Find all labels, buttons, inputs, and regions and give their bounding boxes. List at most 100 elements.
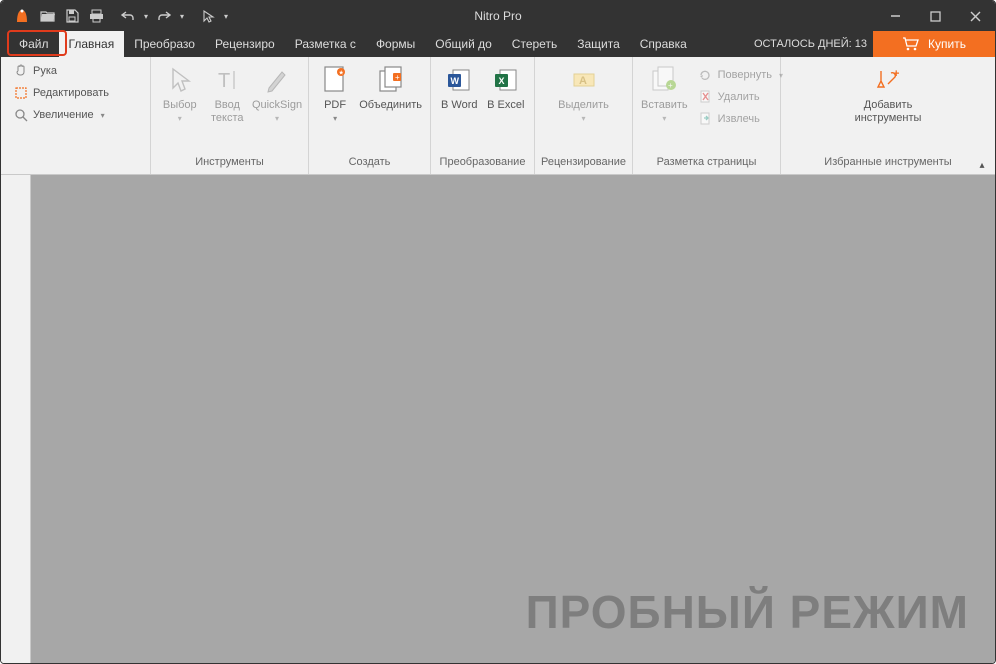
svg-text:T: T [218, 70, 230, 92]
group-label [1, 156, 150, 174]
highlight-button[interactable]: A Выделить ▾ [549, 60, 619, 123]
rotate-button[interactable]: Повернуть▾ [692, 64, 789, 86]
group-create: ★ PDF ▾ + Объединить Создать [309, 57, 431, 174]
ribbon: Рука Редактировать Увеличение ▾ [1, 57, 995, 175]
group-label: Преобразование [431, 156, 534, 174]
edit-button[interactable]: Редактировать [7, 82, 115, 104]
document-canvas: ПРОБНЫЙ РЕЖИМ [31, 175, 995, 663]
magnifier-icon [13, 108, 28, 123]
insert-page-icon: + [648, 64, 680, 96]
redo-dropdown-icon[interactable]: ▾ [177, 4, 187, 28]
minimize-button[interactable] [875, 1, 915, 31]
pdf-button[interactable]: ★ PDF ▾ [315, 60, 355, 123]
chevron-down-icon: ▾ [333, 114, 337, 123]
svg-text:X: X [498, 76, 504, 86]
buy-label: Купить [928, 37, 966, 51]
tools-plus-icon: + [872, 64, 904, 96]
quicksign-button[interactable]: QuickSign ▾ [252, 60, 302, 123]
text-cursor-icon: T [211, 64, 243, 96]
svg-text:W: W [451, 76, 460, 86]
to-word-button[interactable]: W В Word [437, 60, 482, 112]
crop-icon [13, 86, 28, 101]
tab-home[interactable]: Главная [59, 31, 125, 57]
save-icon[interactable] [61, 4, 83, 28]
word-icon: W [443, 64, 475, 96]
chevron-down-icon: ▾ [275, 114, 279, 123]
hand-tool-button[interactable]: Рука [7, 60, 115, 82]
chevron-down-icon: ▾ [178, 114, 182, 123]
cursor-dropdown-icon[interactable]: ▾ [221, 4, 231, 28]
combine-button[interactable]: + Объединить [357, 60, 424, 112]
trial-watermark: ПРОБНЫЙ РЕЖИМ [526, 585, 969, 639]
chevron-down-icon: ▾ [581, 114, 585, 123]
print-icon[interactable] [85, 4, 107, 28]
undo-dropdown-icon[interactable]: ▾ [141, 4, 151, 28]
tab-convert[interactable]: Преобразо [124, 31, 205, 57]
group-label: Рецензирование [535, 156, 632, 174]
chevron-down-icon: ▾ [662, 114, 666, 123]
group-view-tools: Рука Редактировать Увеличение ▾ [1, 57, 151, 174]
undo-icon[interactable] [117, 4, 139, 28]
select-button[interactable]: Выбор ▾ [157, 60, 203, 123]
rotate-icon [698, 68, 713, 83]
highlight-icon: A [568, 64, 600, 96]
tab-review[interactable]: Рецензиро [205, 31, 285, 57]
close-button[interactable] [955, 1, 995, 31]
tab-protect[interactable]: Защита [567, 31, 630, 57]
maximize-button[interactable] [915, 1, 955, 31]
group-convert: W В Word X В Excel Преобразование [431, 57, 535, 174]
window-controls [875, 1, 995, 31]
svg-text:★: ★ [339, 70, 344, 77]
collapse-ribbon-button[interactable]: ▴ [975, 158, 989, 172]
hand-icon [13, 64, 28, 79]
cart-icon [902, 37, 920, 51]
group-page-layout: + Вставить ▾ Повернуть▾ Удалить [633, 57, 781, 174]
group-label: Разметка страницы [633, 156, 780, 174]
svg-text:+: + [395, 73, 400, 82]
delete-page-button[interactable]: Удалить [692, 86, 789, 108]
delete-page-icon [698, 90, 713, 105]
tab-layout[interactable]: Разметка с [285, 31, 366, 57]
ribbon-tabs: Файл Главная Преобразо Рецензиро Разметк… [1, 31, 995, 57]
chevron-down-icon: ▾ [101, 111, 105, 120]
svg-text:+: + [668, 81, 673, 90]
group-label: Создать [309, 156, 430, 174]
trial-days-label: ОСТАЛОСЬ ДНЕЙ: 13 [754, 31, 867, 57]
pdf-doc-icon: ★ [319, 64, 351, 96]
group-label: Избранные инструменты [781, 156, 995, 174]
side-panel [1, 175, 31, 663]
tab-erase[interactable]: Стереть [502, 31, 567, 57]
zoom-button[interactable]: Увеличение ▾ [7, 104, 115, 126]
group-label: Инструменты [151, 156, 308, 174]
workspace: ПРОБНЫЙ РЕЖИМ [1, 175, 995, 663]
type-text-button[interactable]: T Ввод текста [205, 60, 251, 124]
group-favorites: + Добавить инструменты Избранные инструм… [781, 57, 995, 174]
extract-page-icon [698, 112, 713, 127]
extract-page-button[interactable]: Извлечь [692, 108, 789, 130]
app-window: ▾ ▾ ▾ Nitro Pro Файл Главная Преобразо Р… [0, 0, 996, 664]
group-review: A Выделить ▾ Рецензирование [535, 57, 633, 174]
to-excel-button[interactable]: X В Excel [484, 60, 529, 112]
titlebar: ▾ ▾ ▾ Nitro Pro [1, 1, 995, 31]
app-icon [13, 7, 31, 25]
insert-page-button[interactable]: + Вставить ▾ [639, 60, 690, 123]
window-title: Nitro Pro [474, 9, 521, 23]
cursor-icon [164, 64, 196, 96]
add-tools-button[interactable]: + Добавить инструменты [843, 60, 933, 124]
tab-help[interactable]: Справка [630, 31, 697, 57]
svg-text:A: A [579, 75, 587, 87]
quick-access-toolbar: ▾ ▾ ▾ [37, 4, 231, 28]
group-tools: Выбор ▾ T Ввод текста QuickSign ▾ Инстру… [151, 57, 309, 174]
buy-button[interactable]: Купить [873, 31, 995, 57]
redo-icon[interactable] [153, 4, 175, 28]
cursor-tool-icon[interactable] [197, 4, 219, 28]
tab-forms[interactable]: Формы [366, 31, 425, 57]
tab-share[interactable]: Общий до [425, 31, 502, 57]
chevron-down-icon: ▾ [779, 71, 783, 80]
pen-icon [261, 64, 293, 96]
open-icon[interactable] [37, 4, 59, 28]
combine-docs-icon: + [375, 64, 407, 96]
excel-icon: X [490, 64, 522, 96]
tab-file[interactable]: Файл [9, 31, 59, 57]
svg-text:+: + [893, 68, 899, 80]
